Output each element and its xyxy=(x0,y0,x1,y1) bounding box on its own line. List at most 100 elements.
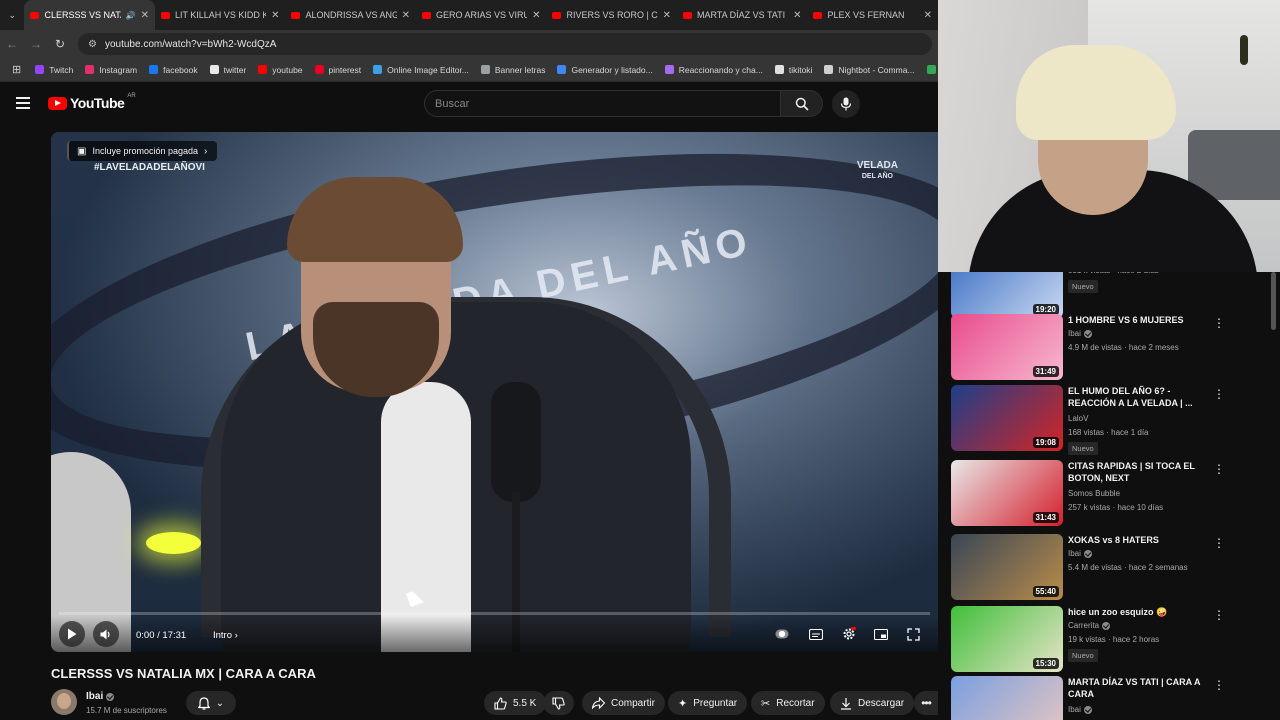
close-icon[interactable]: ✕ xyxy=(532,10,540,21)
recommendation-channel[interactable]: Ibai xyxy=(1068,705,1092,714)
recommendation-item[interactable]: 19:20Ibai831 k vistas · hace 2 díasNuevo xyxy=(951,272,1251,318)
browser-tab[interactable]: RIVERS VS RORO | CARA ✕ xyxy=(546,0,677,30)
video-thumbnail[interactable]: 19:08 xyxy=(951,385,1063,451)
more-vertical-icon[interactable]: ⋮ xyxy=(1213,462,1225,476)
close-icon[interactable]: ✕ xyxy=(402,10,410,21)
search-button[interactable] xyxy=(781,90,823,117)
close-icon[interactable]: ✕ xyxy=(271,10,279,21)
recommendation-channel[interactable]: Carrerita xyxy=(1068,621,1111,630)
bookmark-item[interactable]: twitter xyxy=(204,65,253,75)
video-thumbnail[interactable]: 15:30 xyxy=(951,606,1063,672)
recommendation-channel[interactable]: Somos Bubble xyxy=(1068,489,1120,498)
subscription-bell-button[interactable]: ⌄ xyxy=(186,691,236,715)
apps-grid-icon[interactable]: ⊞ xyxy=(6,63,29,76)
bookmark-favicon-icon xyxy=(85,65,95,74)
video-player[interactable]: LA VELADA DEL AÑO #LAVELADADELAÑOVI VELA… xyxy=(51,132,938,652)
recommendation-item[interactable]: 15:30 hice un zoo esquizo 🤪 Carrerita 19 k … xyxy=(951,606,1251,672)
browser-tab[interactable]: PLEX VS FERNAN ✕ xyxy=(807,0,938,30)
more-actions-button[interactable]: ••• xyxy=(914,691,938,715)
bookmark-item[interactable]: Reaccionando y cha... xyxy=(659,65,769,75)
bookmark-item[interactable]: Twitch xyxy=(29,65,79,75)
video-thumbnail[interactable] xyxy=(951,676,1063,720)
bookmark-item[interactable]: Fútbol p xyxy=(921,65,938,75)
scrollbar-thumb[interactable] xyxy=(1271,272,1276,330)
share-button[interactable]: Compartir xyxy=(582,691,665,715)
recommendation-title[interactable]: 1 HOMBRE VS 6 MUJERES xyxy=(1068,314,1208,326)
more-vertical-icon[interactable]: ⋮ xyxy=(1213,316,1225,330)
progress-bar[interactable] xyxy=(59,612,930,615)
browser-tab[interactable]: LIT KILLAH VS KIDD KEO ✕ xyxy=(155,0,286,30)
play-button[interactable] xyxy=(59,621,85,647)
back-arrow-icon[interactable]: ← xyxy=(0,37,24,51)
recommendation-title[interactable]: hice un zoo esquizo 🤪 xyxy=(1068,606,1208,618)
menu-hamburger-icon[interactable] xyxy=(16,97,30,109)
recommendation-item[interactable]: 19:08 EL HUMO DEL AÑO 6? - REACCIÓN A LA … xyxy=(951,385,1251,455)
bookmark-item[interactable]: Banner letras xyxy=(475,65,552,75)
video-thumbnail[interactable]: 55:40 xyxy=(951,534,1063,600)
recommendation-item[interactable]: MARTA DÍAZ VS TATI | CARA A CARA Ibai ⋮ xyxy=(951,676,1251,720)
channel-name-link[interactable]: Ibai xyxy=(86,691,115,702)
fullscreen-button[interactable] xyxy=(905,627,921,641)
tab-search-chevron-icon[interactable]: ⌄ xyxy=(0,0,24,30)
browser-tab[interactable]: GERO ARIAS VS VIRUZZ ✕ xyxy=(416,0,547,30)
miniplayer-button[interactable] xyxy=(873,627,889,641)
clip-button[interactable]: ✂ Recortar xyxy=(751,691,825,715)
bookmark-item[interactable]: Generador y listado... xyxy=(551,65,658,75)
verified-check-icon xyxy=(1083,705,1092,714)
bookmark-item[interactable]: pinterest xyxy=(309,65,368,75)
more-vertical-icon[interactable]: ⋮ xyxy=(1213,536,1225,550)
voice-search-button[interactable] xyxy=(832,90,860,118)
more-vertical-icon[interactable]: ⋮ xyxy=(1213,678,1225,692)
recommendation-channel[interactable]: LaloV xyxy=(1068,414,1088,423)
recommendation-item[interactable]: 55:40 XOKAS vs 8 HATERS Ibai 5.4 M de vista… xyxy=(951,534,1251,600)
site-info-icon[interactable]: ⚙ xyxy=(88,39,97,50)
browser-tab[interactable]: MARTA DÍAZ VS TATI | CA ✕ xyxy=(677,0,808,30)
browser-tab[interactable]: CLERSSS VS NATALIA 🔊 ✕ xyxy=(24,0,155,30)
youtube-logo[interactable]: YouTube AR xyxy=(48,93,136,111)
browser-tab[interactable]: ALONDRISSA VS ANGIE V ✕ xyxy=(285,0,416,30)
recommendation-title[interactable]: XOKAS vs 8 HATERS xyxy=(1068,534,1208,546)
recommendation-title[interactable]: EL HUMO DEL AÑO 6? - REACCIÓN A LA VELAD… xyxy=(1068,385,1208,409)
bookmark-favicon-icon xyxy=(314,65,324,74)
more-vertical-icon[interactable]: ⋮ xyxy=(1213,387,1225,401)
recommendation-item[interactable]: 31:49 1 HOMBRE VS 6 MUJERES Ibai 4.9 M de v… xyxy=(951,314,1251,380)
dislike-button[interactable] xyxy=(543,691,574,715)
close-icon[interactable]: ✕ xyxy=(141,10,149,21)
bookmark-item[interactable]: Nightbot - Comma... xyxy=(818,65,920,75)
close-icon[interactable]: ✕ xyxy=(663,10,671,21)
settings-button[interactable] xyxy=(841,626,857,642)
download-button[interactable]: Descargar xyxy=(830,691,915,715)
more-vertical-icon[interactable]: ⋮ xyxy=(1213,608,1225,622)
speaker-icon[interactable]: 🔊 xyxy=(126,11,136,20)
volume-icon xyxy=(100,629,110,639)
volume-button[interactable] xyxy=(93,621,119,647)
bookmark-item[interactable]: youtube xyxy=(252,65,308,75)
video-thumbnail[interactable]: 31:49 xyxy=(951,314,1063,380)
paid-promotion-badge[interactable]: ▣ Incluye promoción pagada › xyxy=(67,141,218,161)
chevron-down-icon: ⌄ xyxy=(215,697,225,709)
recommendation-item[interactable]: 31:43 CITAS RAPIDAS | SI TOCA EL BOTON, N… xyxy=(951,460,1251,526)
bookmark-item[interactable]: tikitoki xyxy=(769,65,819,75)
forward-arrow-icon[interactable]: → xyxy=(24,37,48,51)
channel-name: LaloV xyxy=(1068,414,1089,423)
search-input[interactable]: Buscar xyxy=(424,90,781,117)
close-icon[interactable]: ✕ xyxy=(793,10,801,21)
bookmark-item[interactable]: facebook xyxy=(143,65,204,75)
recommendation-title[interactable]: MARTA DÍAZ VS TATI | CARA A CARA xyxy=(1068,676,1208,700)
channel-avatar[interactable] xyxy=(51,689,77,715)
ask-button[interactable]: ✦ Preguntar xyxy=(668,691,748,715)
recommendation-channel[interactable]: Ibai xyxy=(1068,329,1092,338)
subtitles-button[interactable] xyxy=(808,627,824,641)
recommendation-title[interactable]: CITAS RAPIDAS | SI TOCA EL BOTON, NEXT xyxy=(1068,460,1208,484)
video-thumbnail[interactable]: 31:43 xyxy=(951,460,1063,526)
recommendation-channel[interactable]: Ibai xyxy=(1068,549,1092,558)
reload-icon[interactable]: ↻ xyxy=(48,37,72,51)
video-thumbnail[interactable]: 19:20 xyxy=(951,272,1063,318)
chapter-button[interactable]: Intro › xyxy=(213,630,238,641)
close-icon[interactable]: ✕ xyxy=(924,10,932,21)
bookmark-item[interactable]: Online Image Editor... xyxy=(367,65,475,75)
like-button[interactable]: 5.5 K xyxy=(484,691,547,715)
autoplay-toggle[interactable] xyxy=(774,627,790,641)
url-field[interactable]: ⚙ youtube.com/watch?v=bWh2-WcdQzA xyxy=(78,33,932,55)
bookmark-item[interactable]: Instagram xyxy=(79,65,143,75)
